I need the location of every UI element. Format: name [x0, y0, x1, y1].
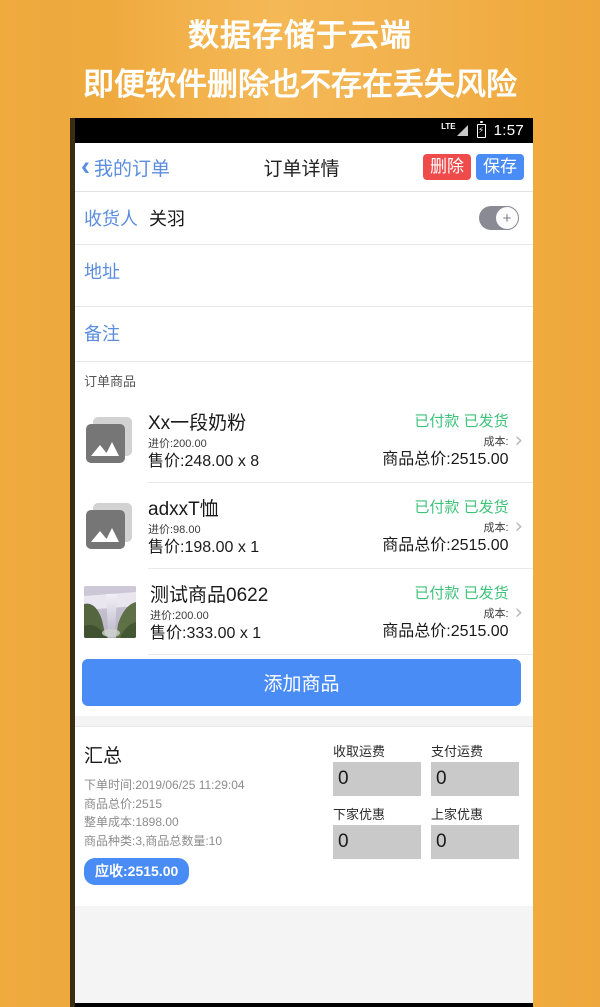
products-section: 订单商品 Xx一段奶粉 进价:200.00 售价:248.00 x 8 已付款 …: [70, 362, 533, 716]
summary-order-cost: 整单成本:1898.00: [84, 815, 179, 830]
product-total-line: 商品总价:2515.00: [382, 622, 509, 640]
chevron-right-icon: ›: [514, 513, 523, 538]
navigation-bar: ‹ 我的订单 订单详情 删除 保存: [70, 143, 533, 192]
fee-cell-pay-shipping: 支付运费 0: [431, 741, 519, 796]
product-cost-line: 进价:98.00: [148, 524, 201, 537]
fee-label: 支付运费: [431, 744, 484, 759]
remark-row[interactable]: 备注: [70, 307, 533, 362]
address-label: 地址: [84, 262, 120, 282]
product-cost-label: 成本:: [483, 522, 509, 535]
product-summary: 已付款 已发货 成本: 商品总价:2515.00: [382, 496, 508, 556]
back-button[interactable]: ‹ 我的订单: [70, 150, 171, 181]
add-product-wrapper: 添加商品: [70, 655, 533, 716]
status-clock: 1:57: [493, 122, 524, 139]
product-cost-label: 成本:: [483, 436, 509, 449]
product-total-line: 商品总价:2515.00: [382, 536, 509, 554]
address-row[interactable]: 地址: [70, 245, 533, 307]
status-badge: 已付款 已发货: [414, 585, 509, 603]
product-summary: 已付款 已发货 成本: 商品总价:2515.00: [382, 410, 508, 470]
product-price-line: 售价:198.00 x 1: [148, 538, 260, 556]
product-price-line: 售价:248.00 x 8: [148, 452, 260, 470]
waterfall-photo: [84, 586, 136, 638]
battery-charging-icon: ⚡: [476, 120, 486, 138]
product-name: Xx一段奶粉: [148, 413, 247, 435]
status-badge: 已付款 已发货: [414, 413, 509, 431]
fee-cell-collect-shipping: 收取运费 0: [333, 741, 421, 796]
chevron-right-icon: ›: [514, 599, 523, 624]
table-row[interactable]: adxxT恤 进价:98.00 售价:198.00 x 1 已付款 已发货 成本…: [70, 483, 533, 569]
fee-cell-supplier-discount: 上家优惠 0: [431, 804, 519, 859]
summary-left: 汇总 下单时间:2019/06/25 11:29:04 商品总价:2515 整单…: [84, 741, 333, 896]
promo-headline: 数据存储于云端 即便软件删除也不存在丢失风险: [0, 0, 600, 118]
recipient-label: 收货人: [84, 209, 138, 229]
product-info: Xx一段奶粉 进价:200.00 售价:248.00 x 8: [148, 408, 382, 472]
system-nav-strip: [70, 1003, 533, 1007]
promo-line-2: 即便软件删除也不存在丢失风险: [83, 67, 517, 102]
summary-order-time: 下单时间:2019/06/25 11:29:04: [84, 778, 245, 792]
product-cost-line: 进价:200.00: [148, 438, 207, 451]
fee-label: 收取运费: [333, 744, 386, 759]
phone-screen: LTE ⚡ 1:57 ‹ 我的订单 订单详情 删除 保存 收货人 关羽 + 地址…: [70, 118, 533, 1007]
summary-section: 汇总 下单时间:2019/06/25 11:29:04 商品总价:2515 整单…: [70, 726, 533, 906]
delete-button[interactable]: 删除: [423, 153, 471, 181]
recipient-value[interactable]: 关羽: [149, 205, 185, 231]
summary-title: 汇总: [84, 746, 123, 767]
remark-label: 备注: [84, 324, 120, 344]
product-summary: 已付款 已发货 成本: 商品总价:2515.00: [382, 582, 508, 642]
summary-fee-grid: 收取运费 0 支付运费 0 下家优惠 0 上家优惠 0: [333, 741, 519, 896]
pay-shipping-input[interactable]: 0: [431, 762, 519, 796]
chevron-left-icon: ‹: [81, 150, 90, 181]
lte-label: LTE: [441, 121, 456, 131]
collect-shipping-input[interactable]: 0: [333, 762, 421, 796]
add-product-button[interactable]: 添加商品: [82, 659, 521, 706]
summary-kinds-qty: 商品种类:3,商品总数量:10: [84, 833, 223, 848]
product-info: adxxT恤 进价:98.00 售价:198.00 x 1: [148, 494, 382, 558]
plus-circle-icon[interactable]: +: [479, 206, 519, 230]
phone-bezel-left: [70, 118, 75, 1007]
image-placeholder-icon: [84, 415, 134, 465]
table-row[interactable]: Xx一段奶粉 进价:200.00 售价:248.00 x 8 已付款 已发货 成…: [70, 397, 533, 483]
fee-cell-buyer-discount: 下家优惠 0: [333, 804, 421, 859]
receivable-badge: 应收:2515.00: [84, 858, 190, 886]
signal-bars-icon: [456, 125, 468, 136]
fee-label: 上家优惠: [431, 807, 484, 822]
image-placeholder-icon: [84, 501, 134, 551]
product-total-line: 商品总价:2515.00: [382, 450, 509, 468]
product-name: adxxT恤: [148, 499, 219, 521]
save-button[interactable]: 保存: [476, 153, 524, 181]
back-button-label: 我的订单: [94, 158, 171, 180]
fee-label: 下家优惠: [333, 807, 386, 822]
supplier-discount-input[interactable]: 0: [431, 825, 519, 859]
product-cost-label: 成本:: [483, 608, 509, 621]
promo-line-1: 数据存储于云端: [188, 18, 412, 53]
product-info: 测试商品0622 进价:200.00 售价:333.00 x 1: [150, 580, 382, 644]
product-name: 测试商品0622: [150, 585, 269, 607]
buyer-discount-input[interactable]: 0: [333, 825, 421, 859]
section-divider: [70, 716, 533, 726]
table-row[interactable]: 测试商品0622 进价:200.00 售价:333.00 x 1 已付款 已发货…: [70, 569, 533, 655]
product-price-line: 售价:333.00 x 1: [150, 624, 262, 642]
summary-goods-total: 商品总价:2515: [84, 796, 163, 811]
chevron-right-icon: ›: [514, 427, 523, 452]
status-badge: 已付款 已发货: [414, 499, 509, 517]
product-cost-line: 进价:200.00: [150, 610, 209, 623]
recipient-row[interactable]: 收货人 关羽 +: [70, 192, 533, 245]
order-form-block: 收货人 关羽 + 地址 备注: [70, 192, 533, 362]
order-detail-body: 收货人 关羽 + 地址 备注 订单商品 Xx一段奶粉 进价:200.00 售价:…: [70, 192, 533, 1007]
status-bar: LTE ⚡ 1:57: [70, 118, 533, 143]
promo-page: 数据存储于云端 即便软件删除也不存在丢失风险 LTE ⚡ 1:57 ‹ 我的订单…: [0, 0, 600, 1007]
navbar-actions: 删除 保存: [423, 153, 533, 181]
products-section-header: 订单商品: [84, 374, 137, 389]
